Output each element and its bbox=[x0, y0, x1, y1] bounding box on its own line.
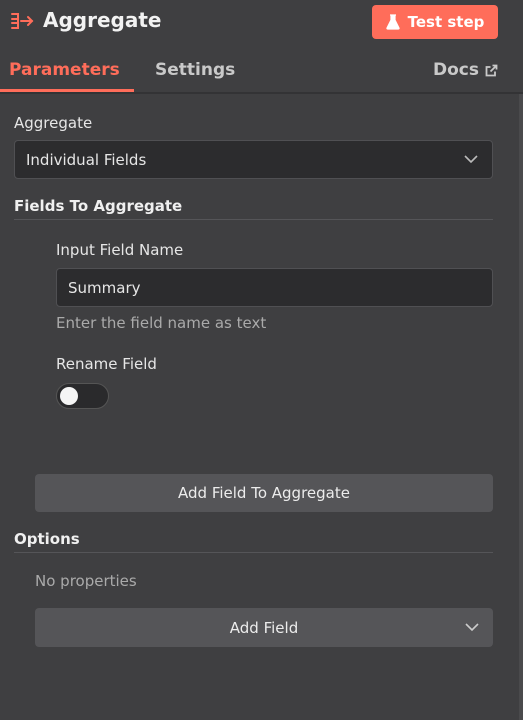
input-field-name-input[interactable]: Summary bbox=[56, 268, 493, 307]
input-field-hint: Enter the field name as text bbox=[56, 314, 267, 332]
node-title: Aggregate bbox=[43, 8, 162, 32]
aggregate-label: Aggregate bbox=[14, 114, 93, 132]
tabs-divider bbox=[0, 92, 523, 94]
aggregate-node-icon bbox=[11, 13, 34, 29]
rename-field-label: Rename Field bbox=[56, 355, 157, 373]
rename-field-toggle[interactable] bbox=[56, 383, 109, 409]
tab-docs[interactable]: Docs bbox=[433, 60, 498, 80]
test-step-button[interactable]: Test step bbox=[372, 5, 498, 39]
chevron-down-icon bbox=[465, 622, 479, 631]
tab-bar: Parameters Settings Docs bbox=[0, 52, 523, 92]
aggregate-select[interactable]: Individual Fields bbox=[14, 140, 493, 179]
node-header: Aggregate Test step bbox=[0, 0, 523, 44]
tab-parameters[interactable]: Parameters bbox=[9, 60, 120, 80]
add-field-label: Add Field bbox=[229, 618, 299, 637]
flask-icon bbox=[385, 14, 400, 30]
options-title: Options bbox=[14, 530, 80, 548]
add-field-dropdown[interactable]: Add Field bbox=[35, 608, 493, 647]
chevron-down-icon bbox=[464, 154, 478, 163]
docs-label: Docs bbox=[433, 60, 479, 80]
options-divider bbox=[14, 552, 493, 553]
add-field-to-aggregate-button[interactable]: Add Field To Aggregate bbox=[35, 474, 493, 512]
test-step-label: Test step bbox=[407, 13, 485, 31]
aggregate-select-value: Individual Fields bbox=[26, 150, 147, 169]
no-properties-text: No properties bbox=[35, 572, 137, 590]
section-divider bbox=[14, 219, 493, 220]
tab-settings[interactable]: Settings bbox=[155, 60, 235, 80]
input-field-name-label: Input Field Name bbox=[56, 241, 184, 259]
toggle-knob bbox=[60, 387, 78, 405]
input-field-name-value: Summary bbox=[68, 278, 141, 297]
scrollbar[interactable] bbox=[519, 94, 523, 720]
add-field-to-aggregate-label: Add Field To Aggregate bbox=[178, 484, 350, 502]
fields-to-aggregate-title: Fields To Aggregate bbox=[14, 197, 183, 215]
external-link-icon bbox=[485, 64, 498, 76]
